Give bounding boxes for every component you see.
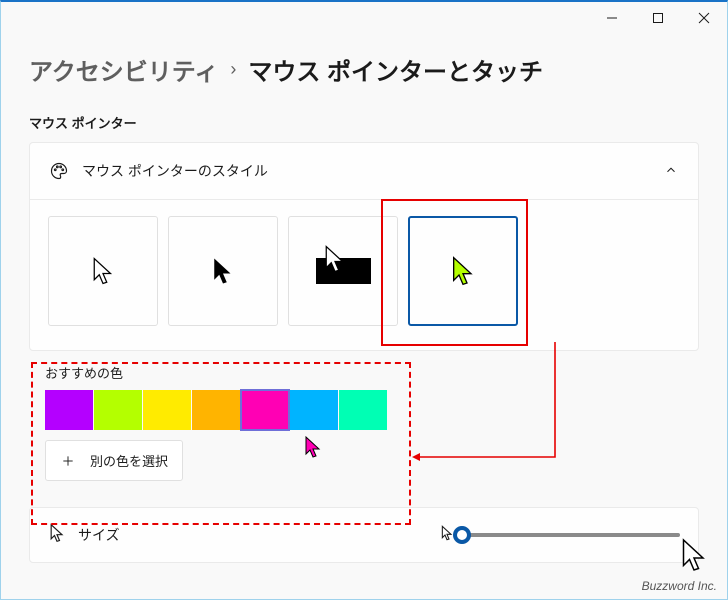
pointer-style-header[interactable]: マウス ポインターのスタイル [30, 143, 698, 199]
pointer-size-slider[interactable] [462, 533, 680, 537]
color-swatch-row [45, 390, 683, 430]
color-swatch-cyan[interactable] [290, 390, 338, 430]
pointer-style-title: マウス ポインターのスタイル [82, 161, 664, 181]
cursor-black-icon [210, 256, 236, 286]
cursor-custom-icon [449, 255, 477, 287]
close-icon [698, 12, 710, 24]
color-swatch-yellow[interactable] [143, 390, 191, 430]
recommended-colors-panel: おすすめの色 別の色を選択 [29, 351, 699, 497]
choose-another-color-label: 別の色を選択 [90, 451, 168, 470]
breadcrumb-separator: › [230, 59, 236, 80]
pointer-size-card[interactable]: サイズ [29, 507, 699, 563]
minimize-button[interactable] [589, 2, 635, 34]
palette-icon [48, 160, 70, 182]
pointer-style-white[interactable] [48, 216, 158, 326]
pointer-style-custom[interactable] [408, 216, 518, 326]
color-swatch-magenta[interactable] [241, 390, 289, 430]
page-title: マウス ポインターとタッチ [248, 52, 543, 87]
cursor-inverted-icon [322, 244, 348, 274]
pointer-style-options [48, 216, 680, 326]
maximize-button[interactable] [635, 2, 681, 34]
chevron-up-icon [664, 163, 680, 179]
minimize-icon [606, 12, 618, 24]
breadcrumb: アクセシビリティ › マウス ポインターとタッチ [29, 52, 699, 87]
pointer-style-card: マウス ポインターのスタイル [29, 142, 699, 351]
plus-icon [60, 453, 76, 469]
cursor-white-icon [90, 256, 116, 286]
color-swatch-orange[interactable] [192, 390, 240, 430]
choose-another-color-button[interactable]: 別の色を選択 [45, 440, 183, 481]
section-label-pointer: マウス ポインター [29, 113, 699, 132]
recommended-colors-label: おすすめの色 [45, 363, 683, 382]
pointer-size-title: サイズ [78, 525, 440, 545]
titlebar [1, 2, 727, 34]
close-button[interactable] [681, 2, 727, 34]
pointer-style-black[interactable] [168, 216, 278, 326]
breadcrumb-parent[interactable]: アクセシビリティ [29, 52, 218, 87]
color-swatch-teal[interactable] [339, 390, 387, 430]
color-swatch-purple[interactable] [45, 390, 93, 430]
maximize-icon [652, 12, 664, 24]
cursor-outline-icon [48, 523, 66, 548]
color-swatch-lime[interactable] [94, 390, 142, 430]
watermark: Buzzword Inc. [642, 579, 717, 593]
pointer-style-inverted[interactable] [288, 216, 398, 326]
annotation-cursor-on-swatch [303, 435, 323, 459]
cursor-small-icon [440, 525, 454, 546]
slider-thumb[interactable] [453, 526, 471, 544]
pointer-size-slider-group [440, 525, 680, 546]
cursor-large-icon [679, 537, 709, 573]
